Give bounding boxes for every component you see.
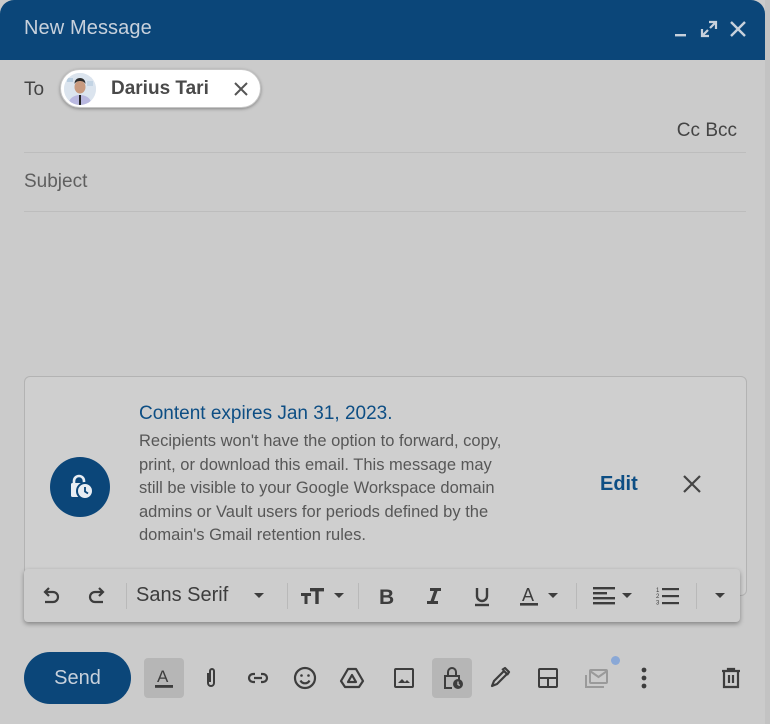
cc-link[interactable]: Cc: [677, 120, 700, 141]
bold-icon[interactable]: B: [368, 569, 404, 622]
emoji-icon[interactable]: [285, 658, 325, 698]
attach-icon[interactable]: [191, 658, 231, 698]
delete-icon[interactable]: [711, 658, 751, 698]
chevron-down-icon: [622, 593, 632, 598]
chevron-down-icon: [548, 593, 558, 598]
redo-icon[interactable]: [80, 569, 116, 622]
notice-title: Content expires Jan 31, 2023.: [139, 403, 393, 424]
more-formatting-icon[interactable]: [706, 569, 734, 622]
photo-icon[interactable]: [384, 658, 424, 698]
to-label: To: [24, 79, 45, 100]
window-title: New Message: [24, 17, 152, 39]
align-left-icon[interactable]: [586, 569, 638, 622]
svg-text:A: A: [157, 667, 169, 686]
compose-titlebar[interactable]: New Message: [0, 0, 765, 60]
text-color-icon[interactable]: A: [512, 569, 564, 622]
send-button[interactable]: Send: [24, 652, 131, 704]
avatar: [64, 73, 96, 105]
notice-text: Recipients won't have the option to forw…: [139, 432, 502, 545]
separator: [126, 583, 127, 609]
subject-input[interactable]: [24, 171, 744, 193]
message-body[interactable]: [24, 214, 746, 374]
edit-button[interactable]: Edit: [600, 473, 638, 496]
separator: [287, 583, 288, 609]
close-icon[interactable]: [727, 18, 749, 40]
formatting-toolbar: Sans Serif B A 123: [24, 569, 740, 622]
separator: [696, 583, 697, 609]
fullscreen-icon[interactable]: [698, 18, 720, 40]
chevron-down-icon: [334, 593, 344, 598]
text-size-icon[interactable]: [296, 569, 348, 622]
separator: [576, 583, 577, 609]
window-edge: [765, 0, 770, 724]
svg-text:3: 3: [656, 600, 660, 606]
chevron-down-icon: [254, 593, 265, 598]
font-name: Sans Serif: [136, 584, 229, 606]
signature-icon[interactable]: [480, 658, 520, 698]
more-options-icon[interactable]: [624, 658, 664, 698]
svg-text:2: 2: [656, 594, 660, 600]
formatting-options-icon[interactable]: A: [144, 658, 184, 698]
divider: [24, 152, 746, 153]
close-icon[interactable]: [681, 473, 703, 495]
svg-text:A: A: [522, 585, 534, 605]
recipient-name: Darius Tari: [111, 78, 209, 99]
confidential-mode-notice: Content expires Jan 31, 2023. Recipients…: [24, 376, 747, 596]
remove-recipient-icon[interactable]: [232, 80, 250, 98]
separator: [358, 583, 359, 609]
italic-icon[interactable]: [416, 569, 452, 622]
layouts-icon[interactable]: [528, 658, 568, 698]
confidential-mode-icon[interactable]: [432, 658, 472, 698]
chevron-down-icon: [715, 593, 725, 598]
lock-clock-icon: [50, 457, 110, 517]
undo-icon[interactable]: [32, 569, 68, 622]
compose-window: New Message To Darius Tari Cc Bcc Subjec…: [0, 0, 765, 724]
notification-dot: [611, 656, 620, 665]
bcc-link[interactable]: Bcc: [705, 120, 737, 141]
drive-icon[interactable]: [332, 658, 372, 698]
cc-bcc-links: Cc Bcc: [677, 120, 737, 142]
svg-text:B: B: [379, 586, 394, 607]
divider: [24, 211, 746, 212]
minimize-icon[interactable]: [671, 18, 693, 40]
to-field[interactable]: To Darius Tari: [0, 60, 765, 120]
underline-icon[interactable]: [464, 569, 500, 622]
schedule-email-icon[interactable]: [576, 658, 616, 698]
bottom-toolbar: Send A: [0, 640, 765, 724]
numbered-list-icon[interactable]: 123: [650, 569, 686, 622]
font-select[interactable]: Sans Serif: [136, 569, 284, 622]
recipient-chip[interactable]: Darius Tari: [60, 69, 261, 108]
link-icon[interactable]: [238, 658, 278, 698]
